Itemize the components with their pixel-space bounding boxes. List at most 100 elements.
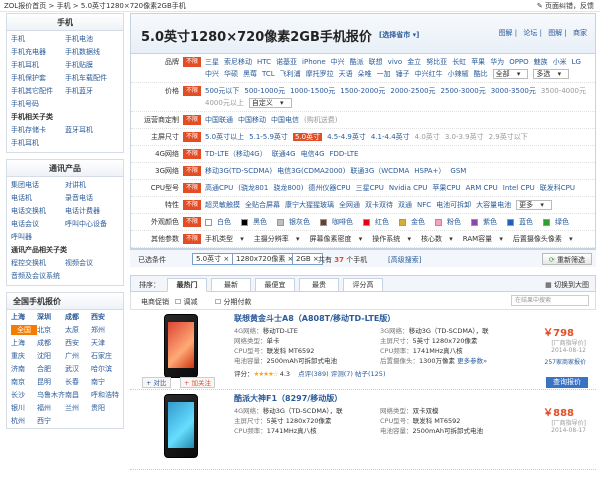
breadcrumb-home[interactable]: ZOL报价首页	[4, 2, 46, 10]
filter-any-button[interactable]: 不限	[183, 132, 201, 142]
filter-option[interactable]: NFC	[417, 201, 431, 209]
filter-option[interactable]: 4.0英寸	[415, 133, 440, 141]
param-dropdown[interactable]: 操作系统 ▾	[372, 235, 416, 243]
reviews-link[interactable]: 评测(7)	[331, 370, 353, 378]
filter-option[interactable]: 小辣椒	[448, 70, 469, 78]
link-merchant[interactable]: 商家	[573, 29, 587, 37]
filter-option[interactable]: HTC	[257, 58, 271, 66]
sidebar-comm-item[interactable]: 呼叫器	[11, 232, 65, 243]
filter-option[interactable]: 中兴红牛	[415, 70, 443, 78]
filter-option[interactable]: 3000-3500元	[491, 87, 536, 95]
more-params-link[interactable]: 更多参数»	[457, 357, 487, 365]
city-link[interactable]: 沈阳	[37, 351, 65, 361]
switch-view-button[interactable]: ▦ 切换到大图	[545, 280, 589, 290]
city-link[interactable]: 杭州	[11, 416, 37, 426]
filter-option[interactable]: OPPO	[509, 58, 528, 66]
sort-tab-hot[interactable]: 最热门	[167, 278, 207, 292]
city-link[interactable]: 贵阳	[91, 403, 119, 413]
filter-option[interactable]: 苹果	[471, 58, 485, 66]
city-link[interactable]: 南宁	[91, 377, 119, 387]
filter-option[interactable]: 长虹	[452, 58, 466, 66]
link-pics[interactable]: 图解	[548, 29, 562, 37]
sidebar-phone-item[interactable]: 手机保护套	[11, 73, 65, 84]
filter-option[interactable]: 电池可拆卸	[436, 201, 471, 209]
filter-option[interactable]: iPhone	[302, 58, 326, 66]
color-option[interactable]: 绿色	[543, 218, 574, 226]
feedback-link[interactable]: ✎ 页面纠错，反馈	[537, 0, 594, 12]
filter-any-button[interactable]: 不限	[183, 86, 201, 96]
filter-any-button[interactable]: 不限	[183, 166, 201, 176]
param-dropdown[interactable]: 后置摄像头像素 ▾	[513, 235, 578, 243]
filter-option[interactable]: 电信3G(CDMA2000)	[277, 167, 345, 175]
filter-option[interactable]: 1500-2000元	[340, 87, 385, 95]
filter-option[interactable]: 5.0英寸	[292, 133, 323, 141]
sort-tab-cheap[interactable]: 最便宜	[255, 278, 295, 292]
breadcrumb-phones[interactable]: 手机	[57, 2, 71, 10]
color-option[interactable]: 白色	[205, 218, 236, 226]
sidebar-phone-item[interactable]: 手机其它配件	[11, 86, 65, 97]
sidebar-phone-item[interactable]: 手机贴膜	[65, 60, 119, 71]
query-price-button[interactable]: 查询报价	[546, 377, 588, 388]
sidebar-phone-item[interactable]: 手机蓝牙	[65, 86, 119, 97]
filter-option[interactable]: 1000-1500元	[290, 87, 335, 95]
city-link[interactable]: 合肥	[37, 364, 65, 374]
filter-option[interactable]: 酷派	[350, 58, 364, 66]
filter-option[interactable]: 高通CPU	[205, 184, 233, 192]
city-link[interactable]: 广州	[65, 351, 91, 361]
sort-tab-new[interactable]: 最新	[211, 278, 251, 292]
filter-extra-button[interactable]: 更多 ▾	[516, 200, 552, 210]
color-option[interactable]: 银灰色	[277, 218, 315, 226]
sidebar-phone-item[interactable]: 手机电池	[65, 34, 119, 45]
filter-option[interactable]: 诺基亚	[276, 58, 297, 66]
sidebar-phone-related-item[interactable]: 手机存储卡	[11, 125, 65, 136]
param-dropdown[interactable]: 手机类型 ▾	[205, 235, 249, 243]
filter-option[interactable]: 超灵敏触摸	[205, 201, 240, 209]
city-link[interactable]: 太原	[65, 325, 91, 335]
sidebar-phone-item[interactable]: 手机车载配件	[65, 73, 119, 84]
product-name[interactable]: 联想黄金斗士A8（A808T/移动TD-LTE版）	[234, 313, 395, 324]
filter-extra-button[interactable]: 自定义 ▾	[248, 98, 292, 108]
result-search-input[interactable]: 在结果中搜索	[511, 295, 589, 306]
filter-option[interactable]: 5.0英寸以上	[205, 133, 244, 141]
selected-tag-resolution[interactable]: 1280x720像素 ×	[232, 253, 298, 265]
param-dropdown[interactable]: 屏幕像素密度 ▾	[310, 235, 368, 243]
filter-option[interactable]: 华硕	[224, 70, 238, 78]
sidebar-phone-item[interactable]: 手机数据线	[65, 47, 119, 58]
filter-option[interactable]: 三星	[205, 58, 219, 66]
city-link[interactable]: 兰州	[65, 403, 91, 413]
filter-option[interactable]: Nvidia CPU	[389, 184, 427, 192]
city-link[interactable]: 长沙	[11, 390, 37, 400]
filter-option[interactable]: 联发科CPU	[540, 184, 575, 192]
filter-option[interactable]: 天语	[339, 70, 353, 78]
filter-option[interactable]: 一加	[377, 70, 391, 78]
filter-option[interactable]: LG	[572, 58, 581, 66]
city-link[interactable]: 福州	[37, 403, 65, 413]
filter-option[interactable]: vivo	[388, 58, 403, 66]
filter-option[interactable]: 德州仪器CPU	[308, 184, 350, 192]
city-link[interactable]: 长春	[65, 377, 91, 387]
filter-any-button[interactable]: 不限	[183, 115, 201, 125]
product-image[interactable]	[164, 314, 198, 378]
filter-option[interactable]: ARM CPU	[466, 184, 498, 192]
filter-option[interactable]: 中兴	[331, 58, 345, 66]
city-link[interactable]: 西安	[65, 338, 91, 348]
sidebar-phone-item[interactable]: 手机充电器	[11, 47, 65, 58]
check-installment[interactable]: ☐ 分期付款	[215, 297, 252, 307]
sidebar-comm-item[interactable]: 呼叫中心设备	[65, 219, 119, 230]
filter-any-button[interactable]: 不限	[183, 234, 201, 244]
color-option[interactable]: 粉色	[435, 218, 466, 226]
filter-option[interactable]: 2500-3000元	[441, 87, 486, 95]
filter-option[interactable]: FDD-LTE	[330, 150, 359, 158]
filter-option[interactable]: 中国电信	[271, 116, 299, 124]
filter-option[interactable]: 4000元以上	[205, 99, 244, 107]
city-link[interactable]: 全国	[11, 325, 37, 335]
filter-option[interactable]: 朵唯	[358, 70, 372, 78]
sidebar-comm-item[interactable]: 对讲机	[65, 180, 119, 191]
filter-option[interactable]: 中兴	[205, 70, 219, 78]
check-promo[interactable]: 电商促销	[141, 297, 169, 307]
sidebar-comm-related-item[interactable]: 视频会议	[65, 258, 119, 269]
sidebar-phone-item[interactable]: 手机号码	[11, 99, 65, 110]
filter-option[interactable]: 苹果CPU	[432, 184, 460, 192]
filter-any-button[interactable]: 不限	[183, 183, 201, 193]
filter-option[interactable]: 金立	[407, 58, 421, 66]
